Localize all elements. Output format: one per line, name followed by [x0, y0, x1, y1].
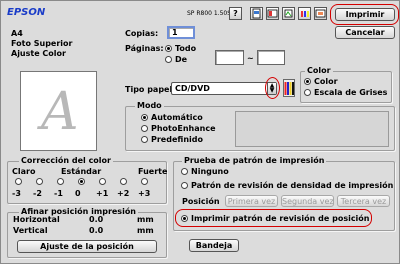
- color-correction-radio[interactable]: [15, 178, 22, 185]
- summary-quality: Foto Superior: [11, 39, 73, 48]
- third-time-button[interactable]: Tercera vez: [337, 195, 390, 207]
- color-radio[interactable]: [304, 78, 311, 85]
- tray-button[interactable]: Bandeja: [189, 239, 239, 252]
- adjust-position-button[interactable]: Ajuste de la posición: [17, 240, 157, 253]
- utility-icon[interactable]: [282, 7, 295, 20]
- first-time-button[interactable]: Primera vez: [225, 195, 278, 207]
- mode-auto-radio[interactable]: [141, 114, 148, 121]
- color-correction-standard-label: Estándar: [61, 167, 102, 176]
- color-correction-radio[interactable]: [141, 178, 148, 185]
- pattern-none-radio[interactable]: [181, 168, 188, 175]
- preview-letter: A: [41, 82, 79, 142]
- color-correction-value: -3: [12, 189, 21, 198]
- pages-label: Páginas:: [125, 44, 164, 53]
- mode-auto-label: Automático: [151, 113, 203, 122]
- print-settings-icon[interactable]: [250, 7, 263, 20]
- pattern-density-label: Patrón de revisión de densidad de impres…: [191, 181, 394, 190]
- color-correction-radio[interactable]: [99, 178, 106, 185]
- grayscale-radio-label: Escala de Grises: [314, 88, 388, 97]
- color-correction-value: -1: [54, 189, 63, 198]
- horizontal-value: 0.0: [89, 215, 104, 224]
- pattern-position-highlight: [175, 209, 372, 227]
- copies-label: Copias:: [125, 29, 159, 38]
- paper-type-label: Tipo papel:: [125, 85, 176, 94]
- mode-group-title: Modo: [135, 101, 164, 110]
- ink-icon[interactable]: [298, 7, 311, 20]
- paper-type-arrow-highlight: [265, 77, 280, 99]
- color-correction-strong-label: Fuerte: [138, 167, 168, 176]
- pages-from-label: De: [175, 55, 188, 64]
- page-preview: A: [20, 71, 97, 151]
- vertical-unit: mm: [137, 226, 154, 235]
- horizontal-unit: mm: [137, 215, 154, 224]
- color-correction-radio[interactable]: [36, 178, 43, 185]
- color-correction-value: +1: [96, 189, 109, 198]
- vertical-value: 0.0: [89, 226, 104, 235]
- pages-range-radio[interactable]: [165, 56, 172, 63]
- position-label: Posición: [182, 197, 220, 206]
- color-group: [300, 71, 392, 103]
- layout-icon[interactable]: [266, 7, 279, 20]
- print-button-highlight: [330, 4, 399, 25]
- summary-color-adjust: Ajuste Color: [11, 49, 66, 58]
- color-correction-radio[interactable]: [120, 178, 127, 185]
- test-pattern-title: Prueba de patrón de impresión: [182, 156, 327, 165]
- color-correction-title: Corrección del color: [19, 156, 113, 165]
- mode-photoenhance-label: PhotoEnhance: [151, 124, 216, 133]
- color-correction-value: -2: [33, 189, 42, 198]
- cancel-button[interactable]: Cancelar: [335, 26, 395, 39]
- color-correction-light-label: Claro: [12, 167, 36, 176]
- pattern-none-label: Ninguno: [191, 167, 229, 176]
- pages-separator: ~: [247, 54, 254, 63]
- help-icon[interactable]: ?: [229, 7, 242, 20]
- color-radio-label: Color: [314, 77, 338, 86]
- mode-custom-radio[interactable]: [141, 136, 148, 143]
- mode-custom-list[interactable]: [235, 111, 389, 147]
- color-correction-value: +2: [117, 189, 130, 198]
- copies-field[interactable]: 1: [167, 26, 195, 39]
- second-time-button[interactable]: Segunda vez: [281, 195, 334, 207]
- pages-to-field[interactable]: [257, 50, 285, 65]
- vertical-label: Vertical: [13, 226, 48, 235]
- pattern-density-radio[interactable]: [181, 182, 188, 189]
- color-group-title: Color: [305, 66, 333, 75]
- paper-type-select[interactable]: CD/DVD ▲ ▼: [171, 82, 277, 95]
- color-correction-value: +3: [138, 189, 151, 198]
- print-dialog: EPSON SP R800 1.50S ? Imprimir Cancelar …: [0, 0, 400, 264]
- mode-photoenhance-radio[interactable]: [141, 125, 148, 132]
- ink-cartridge-icon: [283, 79, 295, 99]
- paper-type-value: CD/DVD: [175, 84, 210, 93]
- horizontal-label: Horizontal: [13, 215, 60, 224]
- printer-model: SP R800 1.50S: [187, 10, 232, 17]
- color-correction-radio[interactable]: [78, 178, 85, 185]
- color-correction-radio[interactable]: [57, 178, 64, 185]
- pages-from-field[interactable]: [215, 50, 244, 65]
- pages-all-label: Todo: [175, 44, 197, 53]
- color-correction-value: 0: [75, 189, 81, 198]
- grayscale-radio[interactable]: [304, 89, 311, 96]
- info-icon[interactable]: [314, 7, 327, 20]
- summary-paper-size: A4: [11, 29, 23, 38]
- mode-custom-label: Predefinido: [151, 135, 203, 144]
- pages-all-radio[interactable]: [165, 45, 172, 52]
- brand-logo: EPSON: [7, 7, 46, 18]
